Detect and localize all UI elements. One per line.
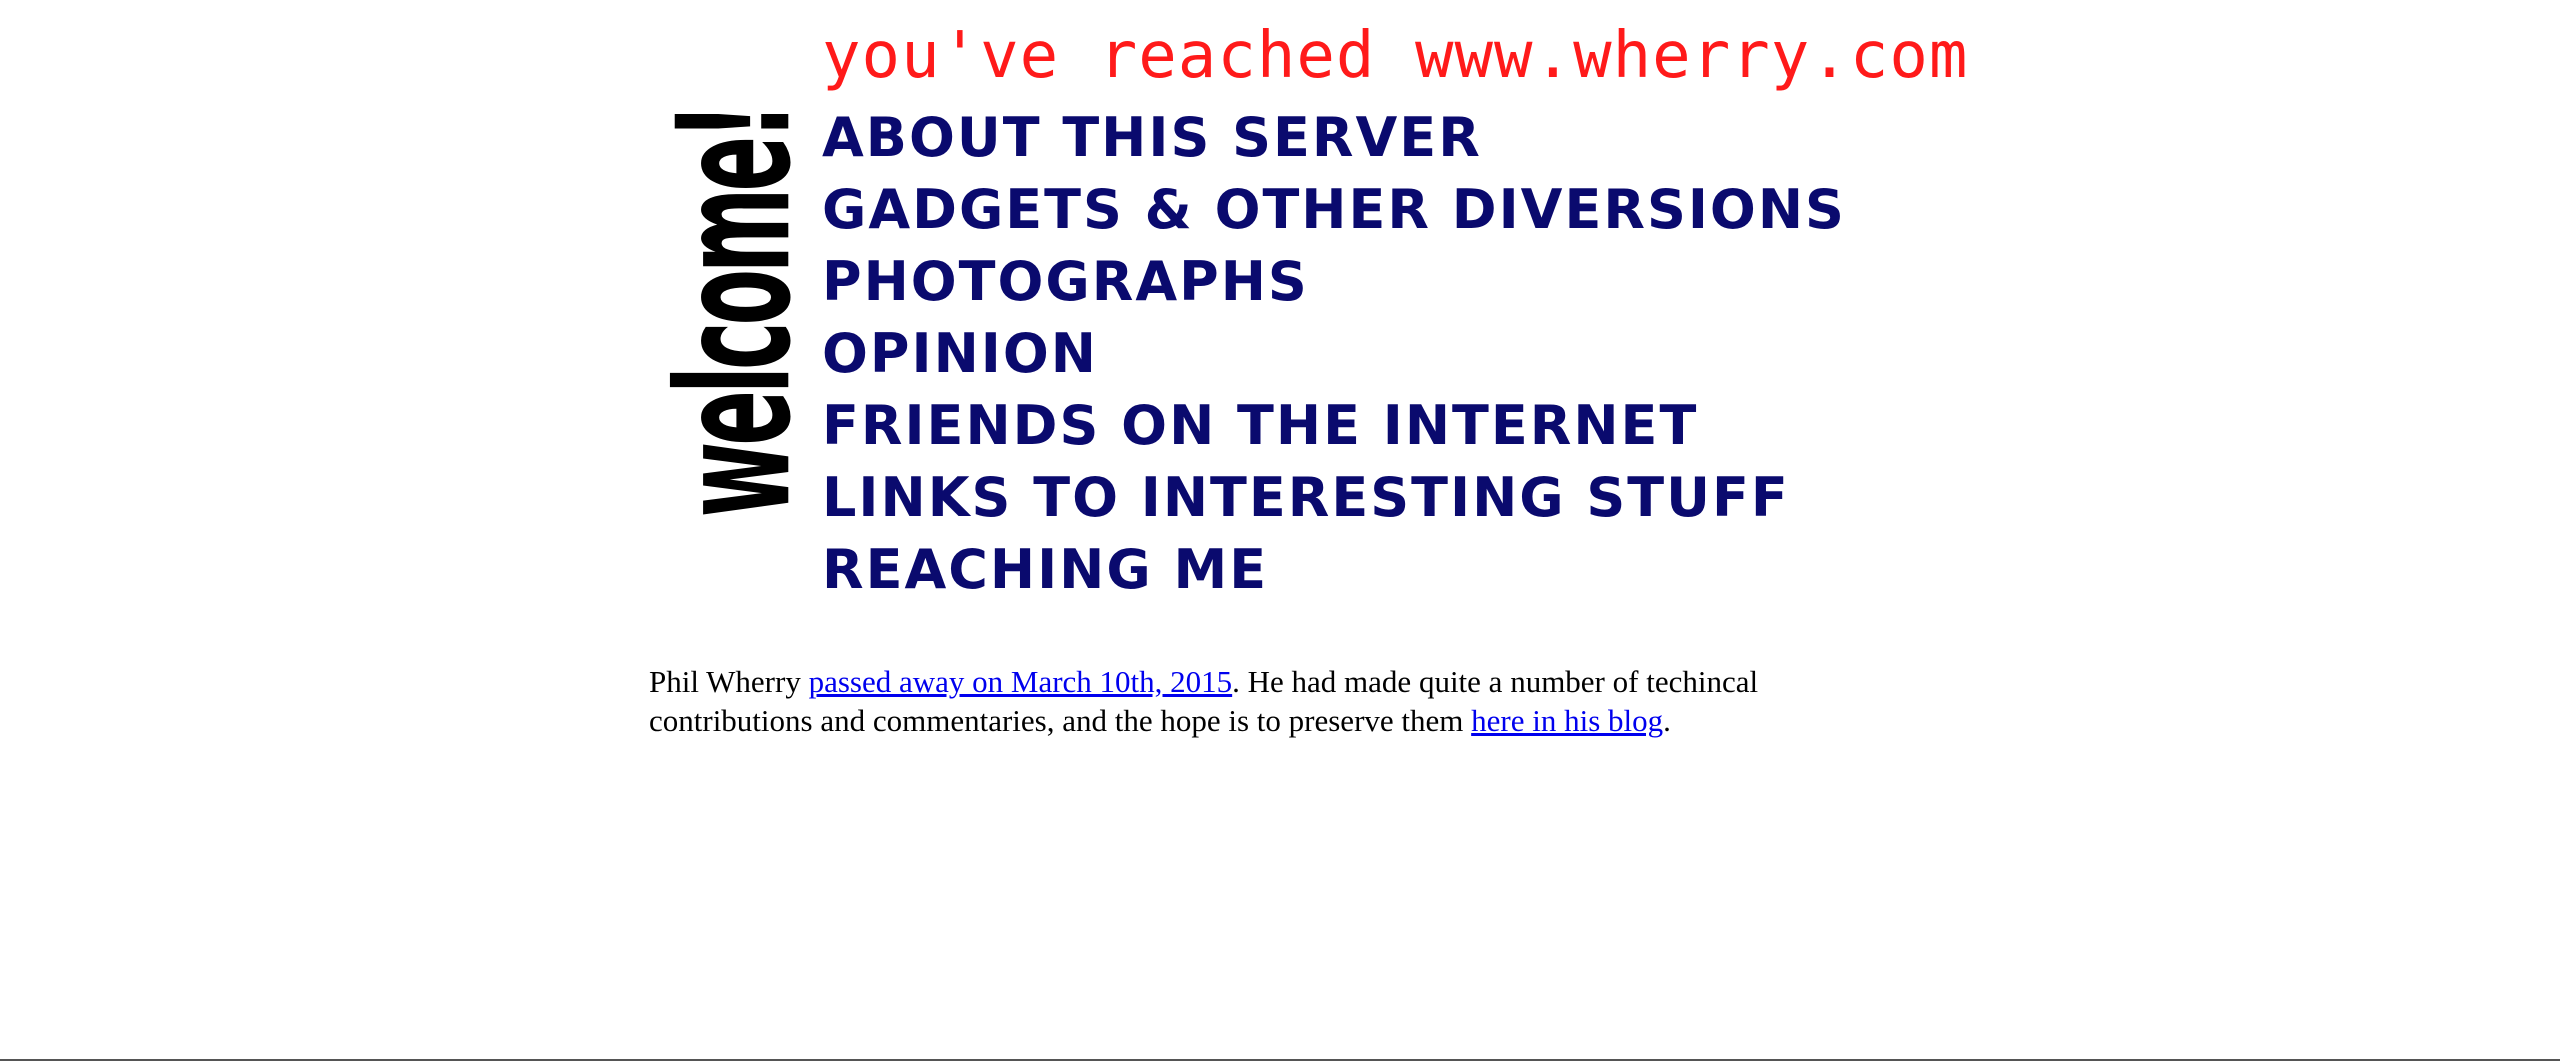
link-about-this-server[interactable]: ABOUT THIS SERVER	[822, 106, 1482, 169]
link-friends[interactable]: FRIENDS ON THE INTERNET	[822, 394, 1699, 457]
menu-item-gadgets: GADGETS & OTHER DIVERSIONS	[822, 174, 1846, 246]
menu-item-reaching-me: REACHING ME	[822, 534, 1846, 606]
note-text-1: Phil Wherry	[649, 664, 809, 699]
link-interesting-stuff[interactable]: LINKS TO INTERESTING STUFF	[822, 466, 1790, 529]
link-gadgets[interactable]: GADGETS & OTHER DIVERSIONS	[822, 178, 1846, 241]
menu-item-friends: FRIENDS ON THE INTERNET	[822, 390, 1846, 462]
welcome-graphic: welcome!	[662, 30, 812, 595]
menu-item-opinion: OPINION	[822, 318, 1846, 390]
blog-link[interactable]: here in his blog	[1471, 703, 1663, 738]
passed-away-link[interactable]: passed away on March 10th, 2015	[809, 664, 1233, 699]
site-tagline: you've reached www.wherry.com	[822, 19, 1969, 93]
note-text-3: .	[1663, 703, 1671, 738]
bottom-divider	[0, 1059, 2560, 1061]
main-menu: ABOUT THIS SERVER GADGETS & OTHER DIVERS…	[822, 102, 1846, 606]
welcome-banner: welcome! you've reached www.wherry.com A…	[650, 20, 1967, 601]
menu-item-links: LINKS TO INTERESTING STUFF	[822, 462, 1846, 534]
link-opinion[interactable]: OPINION	[822, 322, 1098, 385]
menu-item-photographs: PHOTOGRAPHS	[822, 246, 1846, 318]
link-reaching-me[interactable]: REACHING ME	[822, 538, 1269, 601]
memorial-note: Phil Wherry passed away on March 10th, 2…	[649, 662, 1849, 740]
link-photographs[interactable]: PHOTOGRAPHS	[822, 250, 1309, 313]
menu-item-about: ABOUT THIS SERVER	[822, 102, 1846, 174]
welcome-text: welcome!	[662, 106, 812, 518]
